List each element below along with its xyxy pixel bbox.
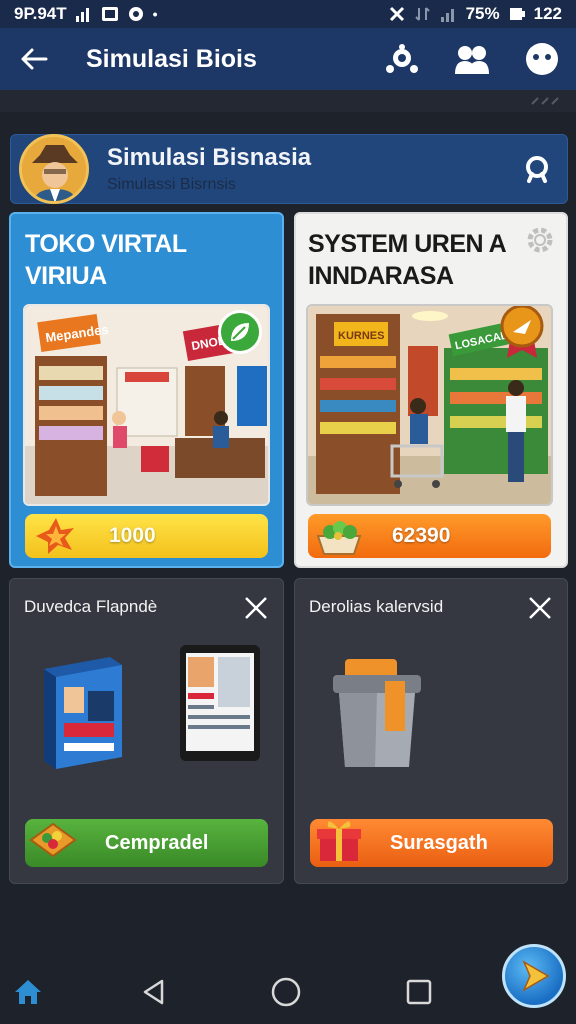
profile-header: Simulasi Bisnasia Simulassi Bisrnsis — [10, 134, 568, 204]
award-ribbon-icon — [500, 306, 544, 358]
status-bar: 9P.94T • 75% 122 — [0, 0, 576, 28]
back-button[interactable] — [16, 41, 52, 77]
back-arrow-icon — [21, 48, 48, 70]
avatar-portrait-icon — [22, 137, 86, 201]
system-nav-bar — [0, 960, 576, 1024]
play-fab-button[interactable] — [502, 944, 566, 1008]
data-icon — [414, 7, 430, 21]
battery-percent: 75% — [465, 4, 500, 23]
store-scene-image: KURNES LOSACAL — [306, 304, 553, 506]
food-tray-icon — [29, 822, 77, 858]
store-card-title: TOKO VIRTAL VIRIUA — [25, 230, 187, 290]
header-subtitle: Simulassi Bisrnsis — [107, 176, 236, 193]
food-basket-icon — [314, 514, 364, 558]
play-icon — [522, 960, 550, 992]
gear-icon — [527, 227, 553, 253]
profile-face-icon — [526, 43, 558, 75]
profile-button[interactable] — [524, 41, 560, 77]
signal-icon — [75, 8, 89, 22]
gift-box-icon — [317, 821, 361, 861]
battery-icon — [509, 8, 525, 20]
users-button[interactable] — [454, 41, 490, 77]
store-card-system[interactable]: SYSTEM UREN A INNDARASA KURNES LOSACAL 6… — [294, 212, 568, 568]
price-value: 1000 — [109, 524, 156, 547]
network-icon — [386, 44, 418, 73]
store-card-title: SYSTEM UREN A INNDARASA — [308, 230, 507, 290]
close-icon[interactable] — [241, 593, 271, 623]
store-card-virtual[interactable]: TOKO VIRTAL VIRIUA Mepandes DNOD BK — [9, 212, 284, 568]
nav-home-button[interactable] — [268, 974, 304, 1010]
status-time: 9P.94T — [14, 4, 67, 23]
settings-button[interactable] — [522, 222, 558, 258]
app-bar: Simulasi Biois — [0, 28, 576, 90]
search-button[interactable] — [519, 151, 555, 187]
bluetooth-off-icon — [389, 6, 404, 22]
back-triangle-icon — [143, 979, 164, 1005]
avatar[interactable] — [19, 134, 89, 204]
star-badge-icon — [31, 514, 81, 558]
media-icon — [128, 7, 143, 21]
surrender-button[interactable]: Surasgath — [310, 819, 553, 867]
home-circle-icon — [271, 977, 301, 1007]
price-button-system[interactable]: 62390 — [308, 514, 551, 558]
nav-back-button[interactable] — [136, 974, 172, 1010]
recents-square-icon — [406, 979, 432, 1005]
product-box-icon — [44, 657, 122, 769]
leaf-icon — [231, 323, 249, 341]
promo-badge — [218, 310, 262, 354]
trash-bin-icon — [333, 659, 421, 767]
panel-title: Derolias kalervsid — [309, 597, 444, 616]
app-title: Simulasi Biois — [86, 44, 257, 73]
header-title: Simulasi Bisnasia — [107, 144, 312, 171]
buy-button[interactable]: Cempradel — [25, 819, 268, 867]
nav-recents-button[interactable] — [401, 974, 437, 1010]
close-icon[interactable] — [525, 593, 555, 623]
product-panel-right: Derolias kalervsid Surasgath — [294, 578, 568, 884]
product-panel-left: Duvedca Flapndè Cempradel — [9, 578, 284, 884]
wifi-signal-icon — [440, 9, 454, 22]
tablet-icon — [180, 645, 260, 761]
network-button[interactable] — [384, 41, 420, 77]
shop-sign-1: KURNES — [338, 330, 384, 342]
home-icon — [15, 980, 41, 1004]
grip-icon — [531, 97, 559, 105]
dot-icon: • — [152, 6, 158, 22]
status-clock: 122 — [533, 4, 562, 23]
surrender-button-label: Surasgath — [390, 831, 488, 854]
price-button-virtual[interactable]: 1000 — [25, 514, 268, 558]
home-button[interactable] — [10, 974, 46, 1010]
store-scene-image: Mepandes DNOD BK — [23, 304, 270, 506]
search-icon — [526, 156, 548, 183]
divider-strip — [0, 90, 576, 112]
ribbon-badge — [499, 306, 545, 358]
buy-button-label: Cempradel — [105, 831, 209, 854]
panel-title: Duvedca Flapndè — [24, 597, 158, 616]
photo-icon — [101, 7, 118, 21]
users-icon — [455, 46, 489, 74]
price-value: 62390 — [392, 524, 451, 547]
